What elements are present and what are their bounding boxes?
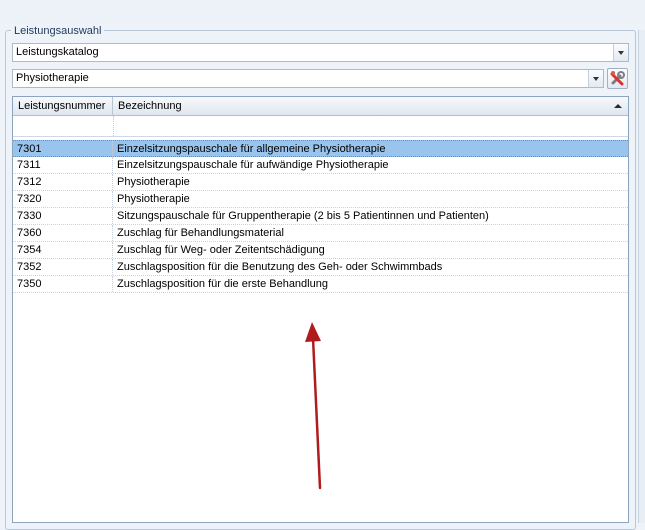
table-row[interactable]: 7312 Physiotherapie [13,174,628,191]
category-dropdown-button[interactable] [588,70,603,87]
cell-bezeichnung: Zuschlagsposition für die erste Behandlu… [117,278,328,290]
catalog-dropdown-button[interactable] [613,44,628,61]
table-header: Leistungsnummer Bezeichnung [13,97,628,116]
chevron-down-icon [618,50,624,55]
catalog-select-value: Leistungskatalog [16,46,99,58]
cell-bezeichnung: Zuschlagsposition für die Benutzung des … [117,261,443,273]
table-row[interactable]: 7360 Zuschlag für Behandlungsmaterial [13,225,628,242]
filter-cell-bezeichnung[interactable] [113,116,628,136]
column-header-bezeichnung[interactable]: Bezeichnung [113,97,623,115]
cell-leistungsnummer: 7350 [13,276,113,292]
category-select[interactable]: Physiotherapie [12,69,604,88]
cell-leistungsnummer: 7330 [13,208,113,224]
cell-bezeichnung: Sitzungspauschale für Gruppentherapie (2… [117,210,489,222]
cell-bezeichnung: Einzelsitzungspauschale für allgemeine P… [117,143,386,155]
catalog-select[interactable]: Leistungskatalog [12,43,629,62]
cell-bezeichnung: Physiotherapie [117,176,190,188]
column-header-leistungsnummer[interactable]: Leistungsnummer [13,97,113,115]
cell-leistungsnummer: 7320 [13,191,113,207]
table-row[interactable]: 7311 Einzelsitzungspauschale für aufwänd… [13,157,628,174]
table-row[interactable]: 7301 Einzelsitzungspauschale für allgeme… [13,140,628,157]
cell-leistungsnummer: 7311 [13,157,113,173]
cell-leistungsnummer: 7352 [13,259,113,275]
table-row[interactable]: 7320 Physiotherapie [13,191,628,208]
cell-leistungsnummer: 7312 [13,174,113,190]
cell-leistungsnummer: 7354 [13,242,113,258]
group-title: Leistungsauswahl [11,24,105,38]
cell-leistungsnummer: 7360 [13,225,113,241]
cell-bezeichnung: Zuschlag für Behandlungsmaterial [117,227,284,239]
table-row[interactable]: 7352 Zuschlagsposition für die Benutzung… [13,259,628,276]
cell-bezeichnung: Einzelsitzungspauschale für aufwändige P… [117,159,389,171]
settings-tool-button[interactable] [607,68,628,89]
top-band [0,0,645,24]
chevron-down-icon [593,76,599,81]
table-body: 7301 Einzelsitzungspauschale für allgeme… [13,140,628,293]
cell-bezeichnung: Physiotherapie [117,193,190,205]
filter-row [13,116,628,137]
table-row[interactable]: 7354 Zuschlag für Weg- oder Zeitentschäd… [13,242,628,259]
right-panel-edge [638,30,645,523]
table-row[interactable]: 7350 Zuschlagsposition für die erste Beh… [13,276,628,293]
cell-bezeichnung: Zuschlag für Weg- oder Zeitentschädigung [117,244,325,256]
services-table[interactable]: Leistungsnummer Bezeichnung 7301 Einzels… [12,96,629,523]
category-select-value: Physiotherapie [16,72,89,84]
filter-cell-leistungsnummer[interactable] [13,116,114,136]
cell-leistungsnummer: 7301 [13,141,113,157]
table-row[interactable]: 7330 Sitzungspauschale für Gruppentherap… [13,208,628,225]
wrench-icon [610,71,625,86]
sort-ascending-icon [614,104,622,108]
